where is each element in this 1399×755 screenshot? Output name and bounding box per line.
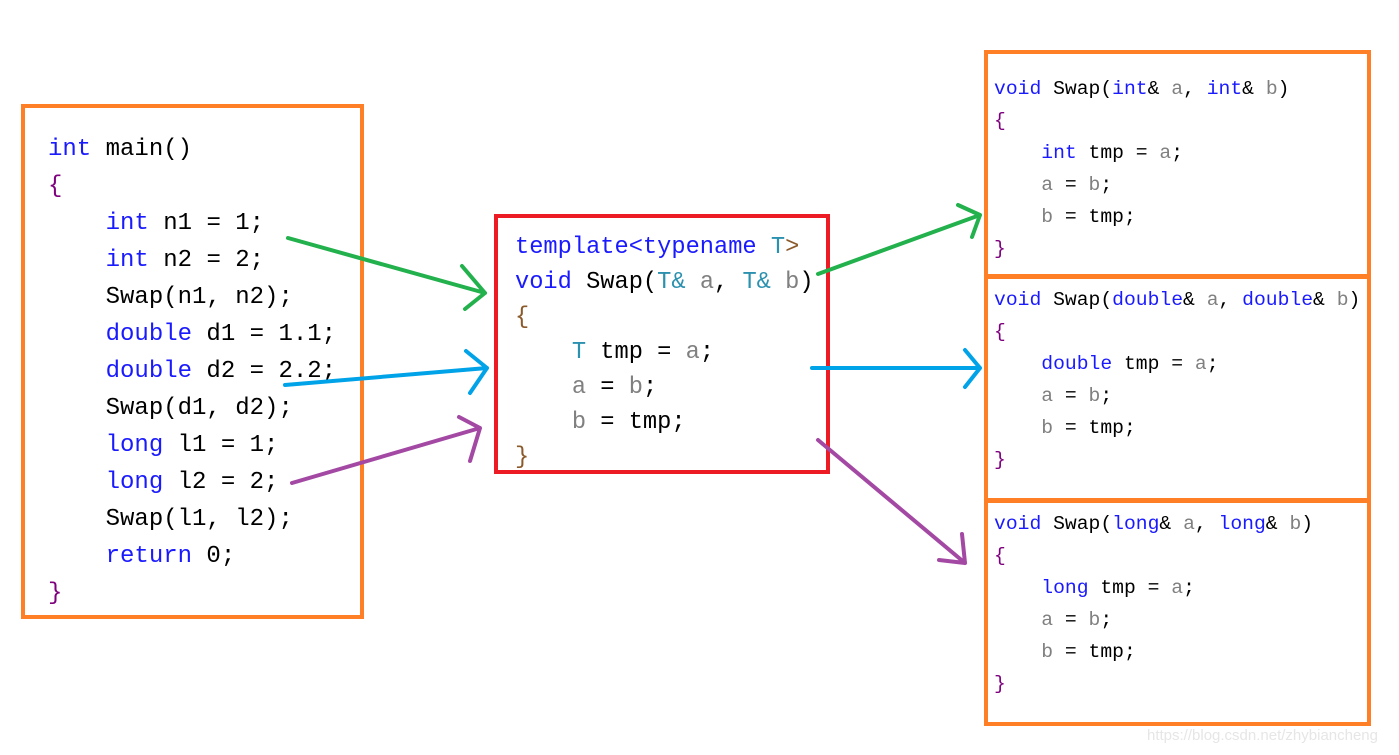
arrow-green-template-swap-to-swap-int	[816, 203, 982, 276]
arrow-blue-template-swap-to-swap-double	[810, 348, 982, 389]
arrow-green-main-function-to-template-swap	[286, 236, 487, 311]
arrows-layer	[283, 203, 982, 565]
watermark: https://blog.csdn.net/zhybiancheng	[1147, 727, 1378, 744]
arrow-purple-main-function-to-template-swap	[290, 415, 482, 485]
arrow-purple-template-swap-to-swap-long	[816, 438, 967, 565]
arrow-blue-main-function-to-template-swap	[283, 349, 489, 395]
